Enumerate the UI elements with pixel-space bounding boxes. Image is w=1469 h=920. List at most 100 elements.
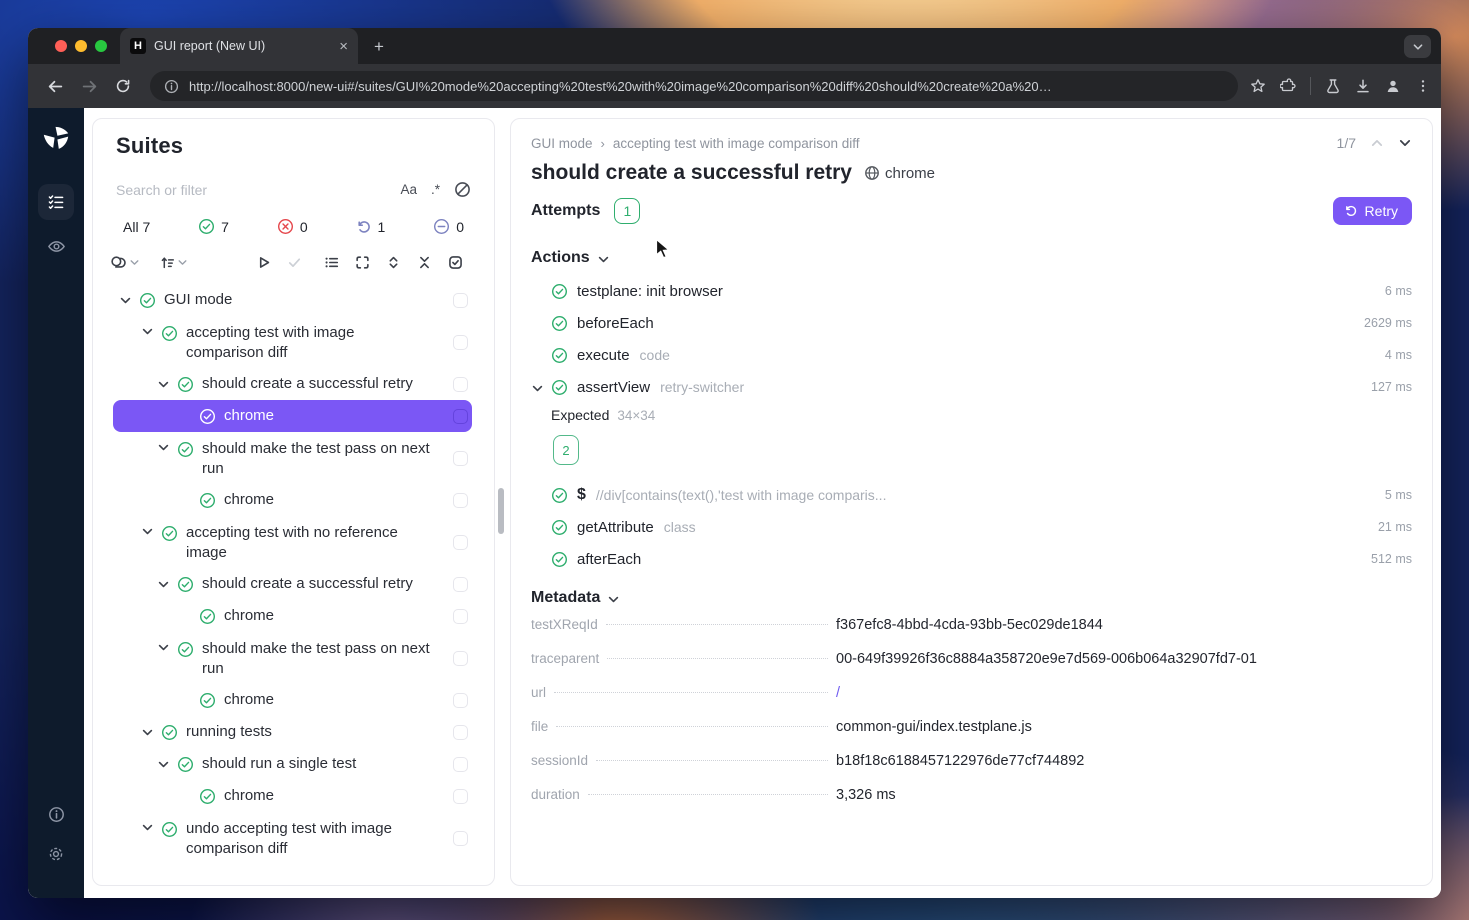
row-checkbox[interactable]	[453, 451, 468, 466]
actions-collapse-icon[interactable]	[597, 253, 610, 266]
breadcrumb-child[interactable]: accepting test with image comparison dif…	[613, 136, 860, 151]
chevron-down-icon[interactable]	[157, 441, 170, 454]
site-info-icon[interactable]	[164, 79, 179, 94]
new-tab-button[interactable]: +	[368, 36, 390, 58]
filter-failed[interactable]: 0	[277, 218, 308, 235]
chevron-down-icon[interactable]	[141, 821, 154, 834]
profile-icon[interactable]	[1385, 78, 1401, 94]
row-checkbox[interactable]	[453, 757, 468, 772]
row-checkbox[interactable]	[453, 293, 468, 308]
filter-skipped[interactable]: 0	[433, 218, 464, 235]
filter-passed[interactable]: 7	[198, 218, 229, 235]
tree-label: chrome	[224, 606, 316, 626]
tree-row-selected[interactable]: chrome	[113, 400, 472, 432]
row-checkbox[interactable]	[453, 609, 468, 624]
sidebar-item-suites[interactable]	[38, 184, 74, 220]
accept-all-button[interactable]	[285, 253, 304, 272]
collapse-all-button[interactable]	[415, 253, 434, 272]
tree-row[interactable]: chrome	[113, 484, 472, 516]
row-checkbox[interactable]	[453, 789, 468, 804]
expected-screenshot[interactable]: 2	[553, 435, 579, 465]
row-checkbox[interactable]	[453, 725, 468, 740]
chevron-down-icon[interactable]	[157, 758, 170, 771]
strict-match-toggle-icon[interactable]	[454, 181, 471, 198]
run-tests-button[interactable]	[254, 253, 273, 272]
tree-row[interactable]: should make the test pass on next run	[113, 432, 472, 484]
retry-button[interactable]: Retry	[1333, 197, 1412, 225]
extensions-icon[interactable]	[1280, 78, 1296, 94]
prev-test-button[interactable]	[1370, 136, 1384, 150]
minimize-window-button[interactable]	[75, 40, 87, 52]
tree-row[interactable]: should run a single test	[113, 748, 472, 780]
tree-row[interactable]: GUI mode	[113, 284, 472, 316]
downloads-icon[interactable]	[1355, 78, 1371, 94]
chevron-down-icon[interactable]	[157, 641, 170, 654]
chevron-down-icon[interactable]	[141, 325, 154, 338]
next-test-button[interactable]	[1398, 136, 1412, 150]
row-checkbox[interactable]	[453, 377, 468, 392]
chevron-down-icon[interactable]	[531, 380, 551, 395]
action-row[interactable]: getAttributeclass21 ms	[531, 511, 1412, 543]
address-bar[interactable]: http://localhost:8000/new-ui#/suites/GUI…	[150, 71, 1238, 101]
row-checkbox[interactable]	[453, 335, 468, 350]
chevron-down-icon[interactable]	[157, 378, 170, 391]
row-checkbox[interactable]	[453, 831, 468, 846]
sidebar-settings-button[interactable]	[38, 836, 74, 872]
select-all-button[interactable]	[446, 253, 465, 272]
action-row[interactable]: beforeEach2629 ms	[531, 307, 1412, 339]
filter-all[interactable]: All 7	[123, 219, 150, 235]
tree-row[interactable]: should create a successful retry	[113, 368, 472, 400]
metadata-collapse-icon[interactable]	[607, 593, 620, 606]
reload-button[interactable]	[109, 72, 137, 100]
chevron-down-icon[interactable]	[157, 578, 170, 591]
sort-button[interactable]	[158, 253, 190, 272]
match-case-toggle[interactable]: Aa	[400, 182, 417, 197]
tree-row[interactable]: chrome	[113, 684, 472, 716]
tree-row[interactable]: chrome	[113, 780, 472, 812]
search-input[interactable]	[116, 182, 400, 198]
menu-dots-icon[interactable]	[1415, 78, 1431, 94]
suites-scrollbar-thumb[interactable]	[498, 488, 504, 534]
filter-retried[interactable]: 1	[356, 219, 386, 235]
back-button[interactable]	[41, 72, 69, 100]
browser-tab[interactable]: H GUI report (New UI) ×	[120, 28, 358, 64]
expand-all-button[interactable]	[384, 253, 403, 272]
tree-row[interactable]: running tests	[113, 716, 472, 748]
action-row[interactable]: executecode4 ms	[531, 339, 1412, 371]
experiments-flask-icon[interactable]	[1325, 78, 1341, 94]
action-row[interactable]: $//div[contains(text(),'test with image …	[531, 479, 1412, 511]
chevron-down-icon[interactable]	[141, 525, 154, 538]
bookmark-star-icon[interactable]	[1250, 78, 1266, 94]
close-window-button[interactable]	[55, 40, 67, 52]
breadcrumb-parent[interactable]: GUI mode	[531, 136, 593, 151]
tree-row[interactable]: accepting test with no reference image	[113, 516, 472, 568]
chevron-down-icon[interactable]	[141, 726, 154, 739]
tree-row[interactable]: should create a successful retry	[113, 568, 472, 600]
tab-close-icon[interactable]: ×	[339, 39, 348, 54]
tree-row[interactable]: chrome	[113, 600, 472, 632]
tree-row[interactable]: accepting test with image comparison dif…	[113, 316, 472, 368]
group-by-button[interactable]	[108, 253, 142, 272]
focus-selection-button[interactable]	[353, 253, 372, 272]
sidebar-info-button[interactable]	[38, 796, 74, 832]
row-checkbox[interactable]	[453, 577, 468, 592]
view-mode-button[interactable]	[322, 253, 341, 272]
row-checkbox[interactable]	[453, 409, 468, 424]
forward-button[interactable]	[75, 72, 103, 100]
row-checkbox[interactable]	[453, 651, 468, 666]
row-checkbox[interactable]	[453, 693, 468, 708]
metadata-url-link[interactable]: /	[836, 685, 1412, 701]
tree-row[interactable]: should make the test pass on next run	[113, 632, 472, 684]
row-checkbox[interactable]	[453, 493, 468, 508]
row-checkbox[interactable]	[453, 535, 468, 550]
action-row-expanded[interactable]: assertViewretry-switcher127 ms	[531, 371, 1412, 403]
action-row[interactable]: testplane: init browser6 ms	[531, 275, 1412, 307]
attempt-badge[interactable]: 1	[614, 198, 640, 224]
maximize-window-button[interactable]	[95, 40, 107, 52]
tree-row[interactable]: undo accepting test with image compariso…	[113, 812, 472, 864]
regex-toggle[interactable]: .*	[431, 182, 440, 197]
action-row[interactable]: afterEach512 ms	[531, 543, 1412, 575]
sidebar-item-visual-checks[interactable]	[38, 228, 74, 264]
chevron-down-icon[interactable]	[119, 294, 132, 307]
tab-search-button[interactable]	[1404, 35, 1431, 58]
